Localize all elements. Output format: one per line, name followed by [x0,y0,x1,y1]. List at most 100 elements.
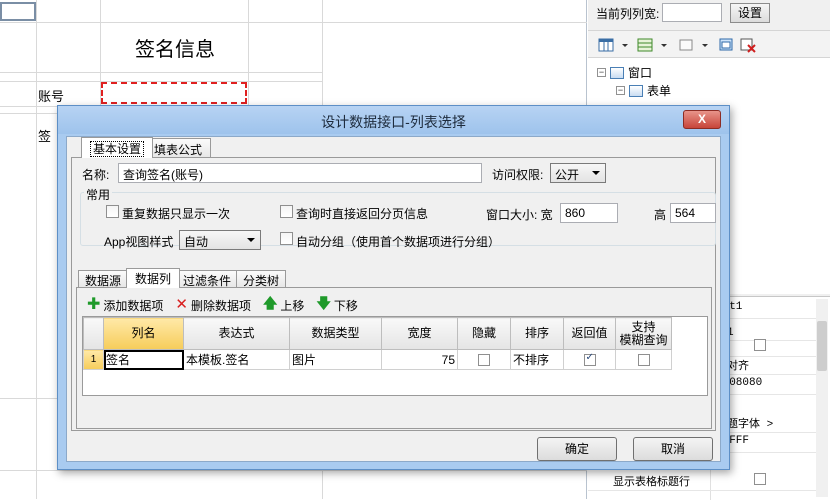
tab-filter[interactable]: 过滤条件 [176,270,239,288]
window-size-label: 窗口大小: 宽 [486,208,553,222]
delete-table-icon[interactable] [740,37,756,53]
auto-group-checkbox[interactable] [280,232,293,245]
tab-category-tree[interactable]: 分类树 [236,270,287,288]
tree-label-form: 表单 [647,84,672,98]
scrollbar-thumb[interactable] [817,321,827,371]
grid-toolbar: ✚ 添加数据项 ✕ 删除数据项 🡅 上移 🡇 下移 [87,294,358,316]
delete-item-label: 删除数据项 [191,298,252,313]
tab-data-source[interactable]: 数据源 [78,270,129,288]
ok-button[interactable]: 确定 [537,437,617,461]
app-view-select[interactable]: 自动 [179,230,261,250]
cell-return[interactable] [563,349,616,370]
window-height-input[interactable]: 564 [670,203,716,223]
tab-label: 填表公式 [154,143,203,157]
move-up-label: 上移 [280,298,305,313]
data-interface-dialog: 设计数据接口-列表选择 X 基本设置 填表公式 名称: 查询签名(账号) 访问权… [57,105,730,470]
no-repeat-label: 重复数据只显示一次 [122,207,231,221]
common-group-label: 常用 [84,186,113,203]
cell-expression[interactable]: 本模板.签名 [183,349,290,370]
close-button[interactable]: X [683,110,721,129]
return-page-label: 查询时直接返回分页信息 [296,207,429,221]
blank-page-icon[interactable] [678,37,694,53]
col-header-width[interactable]: 宽度 [381,317,458,350]
cancel-button[interactable]: 取消 [633,437,713,461]
col-header-return[interactable]: 返回值 [563,317,616,350]
set-button[interactable]: 设置 [730,3,770,23]
col-header-type[interactable]: 数据类型 [289,317,382,350]
panel-toolbar [588,30,830,58]
columns-grid: 列名 表达式 数据类型 宽度 隐藏 排序 返回值 支持 模糊查询 1 签名 本模… [82,316,708,396]
hidden-checkbox[interactable] [478,354,490,367]
access-label: 访问权限: [492,168,544,182]
tab-fill-formula[interactable]: 填表公式 [145,138,212,158]
tab-label: 数据列 [135,272,172,286]
window-icon[interactable] [718,37,734,53]
tree-node-window[interactable]: − 窗口 [597,64,652,81]
col-header-hidden[interactable]: 隐藏 [457,317,511,350]
columns-table: 列名 表达式 数据类型 宽度 隐藏 排序 返回值 支持 模糊查询 1 签名 本模… [83,317,672,370]
chevron-down-icon[interactable] [702,44,708,47]
chevron-down-icon[interactable] [622,44,628,47]
height-label: 高 [654,208,667,222]
tab-data-columns[interactable]: 数据列 [126,268,181,288]
return-checkbox[interactable] [583,352,596,367]
add-item-button[interactable]: ✚ 添加数据项 [87,297,163,314]
property-key: 显示表格标题行 [613,476,690,488]
tree-node-form[interactable]: − 表单 [616,82,671,99]
fuzzy-checkbox[interactable] [637,354,650,367]
no-repeat-checkbox[interactable] [106,205,119,218]
return-page-checkbox[interactable] [280,205,293,218]
table-columns-icon[interactable] [598,37,614,53]
arrow-up-icon: 🡅 [263,295,278,311]
arrow-down-icon: 🡇 [316,295,331,311]
collapse-icon[interactable]: − [616,86,625,95]
sheet-title: 签名信息 [135,39,215,61]
property-checkbox[interactable] [754,473,766,485]
signature-label: 签 [38,129,52,144]
move-up-button[interactable]: 🡅 上移 [263,293,304,317]
tree-label-window: 窗口 [628,66,653,80]
row-number: 1 [83,349,104,370]
name-input[interactable]: 查询签名(账号) [118,163,482,183]
cell-width[interactable]: 75 [381,349,458,370]
col-header-name[interactable]: 列名 [103,317,184,350]
cell-hidden[interactable] [457,349,511,370]
cell-type[interactable]: 图片 [289,349,382,370]
tab-basic-settings[interactable]: 基本设置 [81,137,154,158]
chevron-down-icon [592,171,600,175]
property-row[interactable]: 显示表格标题行 [588,469,816,491]
dialog-title: 设计数据接口-列表选择 [321,114,466,130]
property-scrollbar[interactable] [816,299,828,497]
app-view-value: 自动 [184,235,209,249]
plus-icon: ✚ [87,296,101,313]
account-field-placeholder[interactable] [101,82,247,104]
col-width-input[interactable] [662,3,722,22]
chevron-down-icon[interactable] [661,44,667,47]
property-checkbox[interactable] [754,339,766,351]
auto-group-label: 自动分组（使用首个数据项进行分组） [296,235,501,249]
table-row[interactable]: 1 签名 本模板.签名 图片 75 不排序 [83,349,672,370]
cell-sort[interactable]: 不排序 [510,349,564,370]
cell-name[interactable]: 签名 [103,349,184,370]
move-down-button[interactable]: 🡇 下移 [316,293,357,317]
col-width-label: 当前列列宽: [596,7,660,21]
row-number-header [83,317,104,350]
col-header-sort[interactable]: 排序 [510,317,564,350]
active-cell[interactable] [0,2,36,21]
window-width-input[interactable]: 860 [560,203,618,223]
window-node-icon [610,66,624,79]
delete-item-button[interactable]: ✕ 删除数据项 [175,297,251,314]
col-header-fuzzy[interactable]: 支持 模糊查询 [615,317,672,350]
col-header-expression[interactable]: 表达式 [183,317,290,350]
account-label: 账号 [38,89,65,104]
chevron-down-icon [247,238,255,242]
basic-settings-pane: 名称: 查询签名(账号) 访问权限: 公开 常用 重复数据只显示一次 查询时直接… [71,157,716,431]
table-rows-icon[interactable] [637,37,653,53]
dialog-titlebar[interactable]: 设计数据接口-列表选择 X [58,106,729,134]
tab-label: 基本设置 [90,141,145,157]
delete-icon: ✕ [175,296,188,313]
collapse-icon[interactable]: − [597,68,606,77]
cell-fuzzy[interactable] [615,349,672,370]
grid-header-row: 列名 表达式 数据类型 宽度 隐藏 排序 返回值 支持 模糊查询 [83,317,672,350]
access-select[interactable]: 公开 [550,163,606,183]
